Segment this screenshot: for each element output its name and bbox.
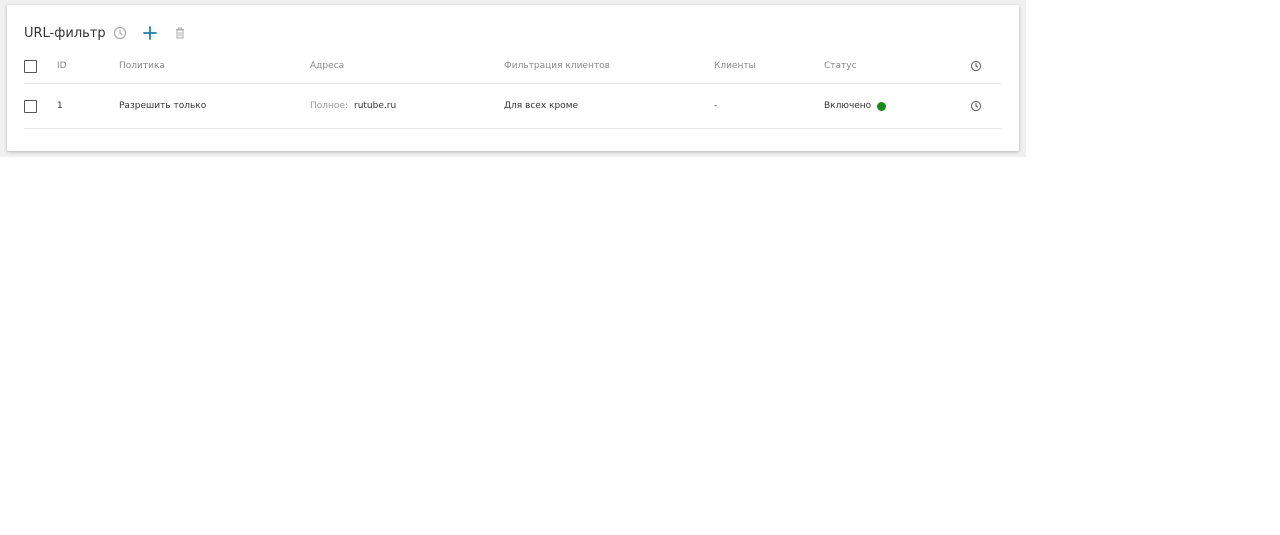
- trash-icon[interactable]: [172, 25, 188, 41]
- column-header-schedule: [970, 49, 982, 83]
- row-policy: Разрешить только: [119, 101, 207, 111]
- clock-icon[interactable]: [970, 100, 982, 112]
- row-clients: -: [714, 101, 718, 111]
- column-header-client-filter[interactable]: Фильтрация клиентов: [504, 49, 610, 83]
- select-all-checkbox[interactable]: [24, 59, 37, 73]
- row-schedule: [970, 84, 982, 128]
- status-text: Включено: [824, 101, 872, 111]
- table-header-row: ID Политика Адреса Фильтрация клиентов К…: [24, 49, 1001, 84]
- column-header-addresses[interactable]: Адреса: [310, 49, 344, 83]
- row-client-filter: Для всех кроме: [504, 101, 579, 111]
- column-header-policy[interactable]: Политика: [119, 49, 165, 83]
- panel-header: URL-фильтр: [24, 19, 202, 47]
- row-checkbox[interactable]: [24, 99, 37, 113]
- clock-icon: [970, 60, 982, 72]
- column-header-status[interactable]: Статус: [824, 49, 857, 83]
- address-value: rutube.ru: [354, 101, 397, 111]
- panel-title: URL-фильтр: [24, 25, 106, 41]
- row-status: Включено: [824, 84, 887, 128]
- table-row[interactable]: 1 Разрешить только Полное: rutube.ru Для…: [24, 84, 1001, 129]
- column-header-clients[interactable]: Клиенты: [714, 49, 756, 83]
- address-type-label: Полное:: [310, 101, 348, 111]
- row-select-cell: [24, 84, 37, 128]
- url-filter-table: ID Политика Адреса Фильтрация клиентов К…: [24, 49, 1001, 129]
- url-filter-panel: URL-фильтр ID Политика Адреса Фильтрация…: [7, 5, 1019, 151]
- column-header-id[interactable]: ID: [57, 49, 67, 83]
- clock-icon[interactable]: [112, 25, 128, 41]
- status-indicator: [877, 101, 887, 111]
- plus-icon[interactable]: [142, 25, 158, 41]
- row-id: 1: [57, 101, 63, 111]
- row-addresses: Полное: rutube.ru: [310, 84, 396, 128]
- select-all-cell: [24, 49, 37, 83]
